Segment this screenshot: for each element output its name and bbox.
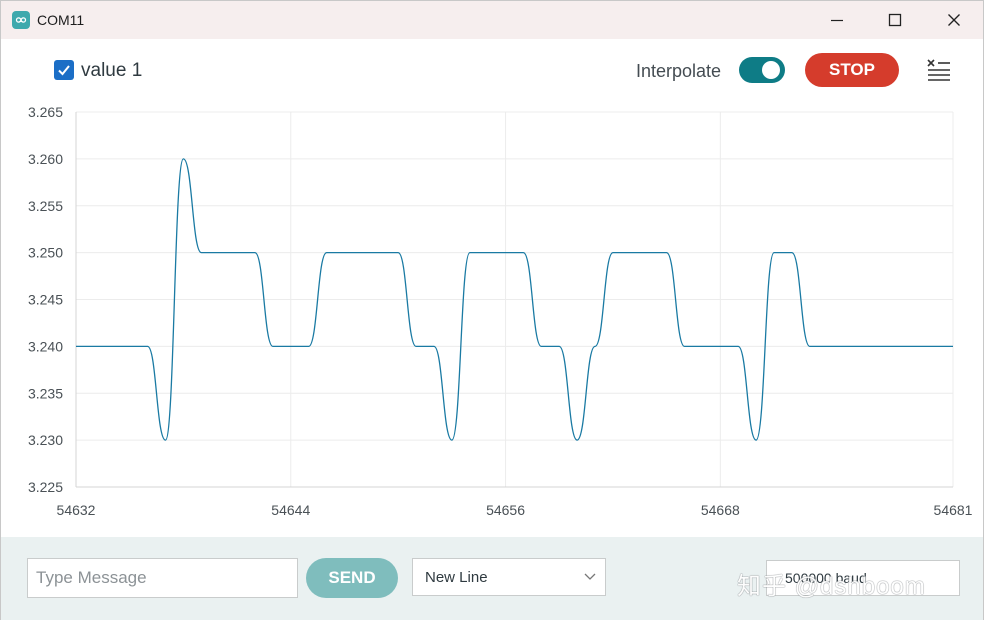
y-tick-label: 3.255 — [28, 198, 63, 214]
y-tick-label: 3.225 — [28, 479, 63, 495]
x-tick-label: 54644 — [271, 502, 310, 518]
line-ending-value: New Line — [425, 569, 488, 586]
clear-list-icon[interactable] — [924, 58, 954, 84]
y-tick-label: 3.265 — [28, 104, 63, 120]
series-checkbox[interactable] — [54, 60, 74, 80]
y-tick-label: 3.245 — [28, 292, 63, 308]
interpolate-label: Interpolate — [636, 61, 721, 82]
y-tick-label: 3.235 — [28, 385, 63, 401]
plotter-toolbar: value 1 Interpolate STOP — [1, 39, 983, 101]
chevron-down-icon — [584, 573, 596, 581]
window-title: COM11 — [37, 12, 84, 28]
line-chart: 3.265 3.260 3.255 3.250 3.245 3.240 3.235 3.230… — [1, 101, 983, 537]
send-button[interactable]: SEND — [306, 558, 398, 598]
checkmark-icon — [57, 63, 71, 77]
maximize-button[interactable] — [866, 1, 924, 39]
toggle-knob — [762, 61, 780, 79]
x-tick-label: 54668 — [701, 502, 740, 518]
close-button[interactable] — [925, 1, 983, 39]
y-tick-label: 3.250 — [28, 245, 63, 261]
plot-area: 3.265 3.260 3.255 3.250 3.245 3.240 3.235 3.230… — [1, 101, 983, 537]
interpolate-toggle[interactable] — [739, 57, 785, 83]
line-ending-select[interactable]: New Line — [412, 558, 606, 596]
series-label: value 1 — [81, 60, 142, 82]
y-tick-label: 3.230 — [28, 432, 63, 448]
close-icon — [947, 13, 961, 27]
send-bar: SEND New Line 500000 baud 知乎 @dshboom — [1, 537, 983, 620]
arduino-infinity-icon — [12, 11, 30, 29]
serial-plotter-window: COM11 value 1 Interpolate STOP — [0, 0, 984, 620]
x-tick-label: 54681 — [934, 502, 973, 518]
y-tick-label: 3.240 — [28, 338, 63, 354]
y-tick-label: 3.260 — [28, 151, 63, 167]
minimize-icon — [830, 13, 844, 27]
minimize-button[interactable] — [808, 1, 866, 39]
baud-rate-select[interactable]: 500000 baud — [766, 560, 960, 596]
x-tick-label: 54632 — [57, 502, 96, 518]
stop-button[interactable]: STOP — [805, 53, 899, 87]
message-input[interactable] — [27, 558, 298, 598]
title-bar: COM11 — [1, 1, 983, 39]
x-tick-label: 54656 — [486, 502, 525, 518]
baud-rate-value: 500000 baud — [785, 570, 867, 586]
maximize-icon — [888, 13, 902, 27]
